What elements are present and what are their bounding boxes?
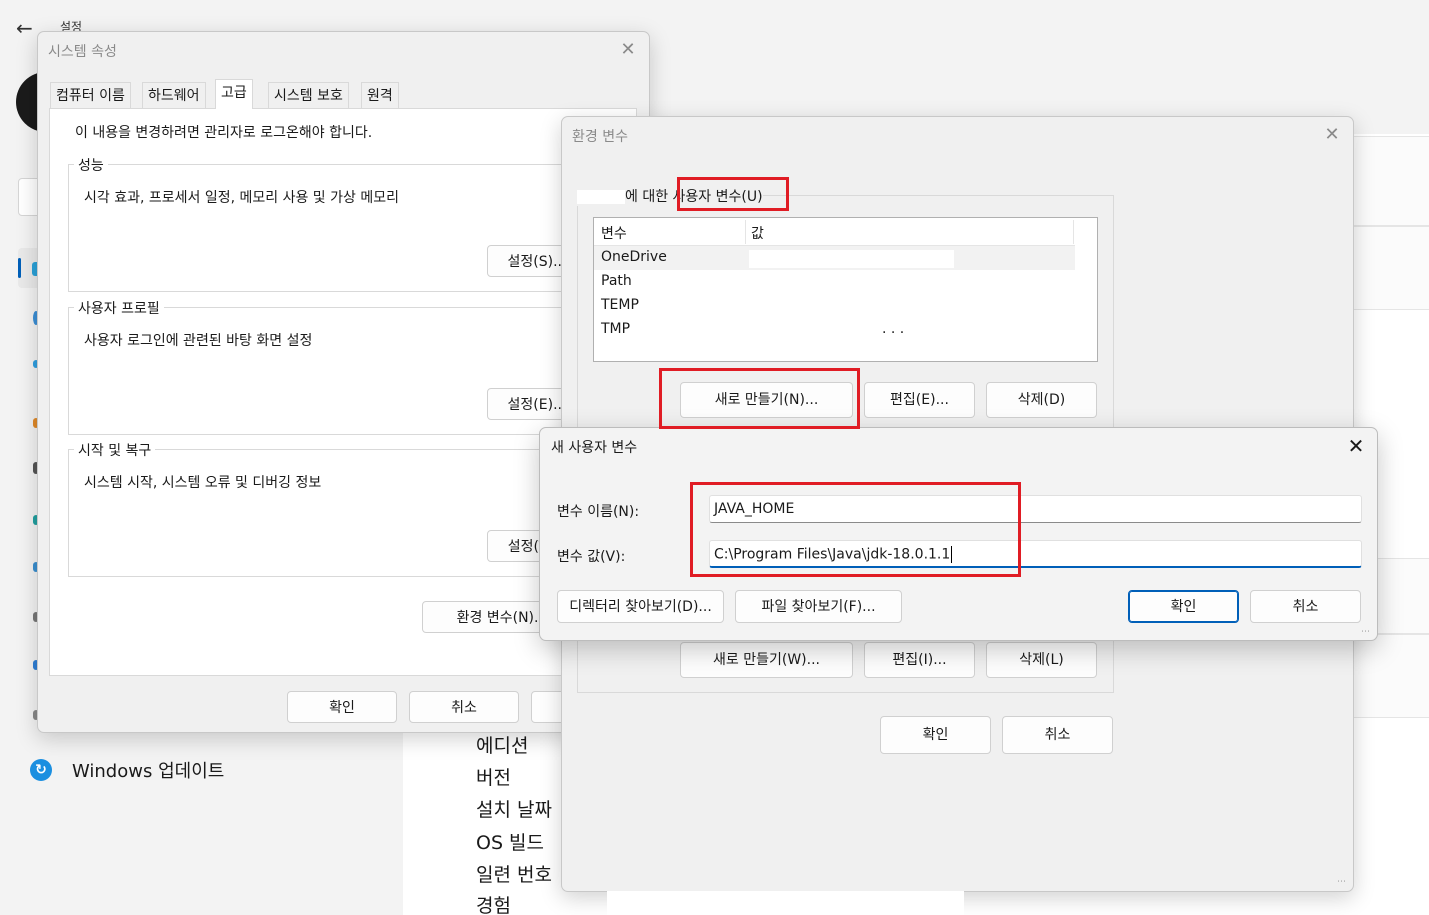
column-separator [1073, 220, 1074, 244]
list-item[interactable]: TMP . . . [594, 318, 1075, 342]
windows-update-icon: ↻ [30, 759, 52, 781]
dialog-titlebar[interactable]: 환경 변수 ✕ [562, 117, 1353, 153]
performance-description: 시각 효과, 프로세서 일정, 메모리 사용 및 가상 메모리 [84, 190, 399, 206]
list-header: 변수 값 [594, 218, 1075, 246]
cancel-button[interactable]: 취소 [409, 691, 519, 723]
close-icon[interactable]: ✕ [1341, 432, 1371, 460]
close-icon[interactable]: ✕ [1317, 121, 1347, 149]
user-profiles-description: 사용자 로그인에 관련된 바탕 화면 설정 [84, 333, 313, 349]
spec-label-version: 버전 [476, 767, 511, 789]
startup-recovery-description: 시스템 시작, 시스템 오류 및 디버깅 정보 [84, 475, 322, 491]
spec-label-serial: 일련 번호 [476, 864, 552, 886]
resize-grip-icon[interactable]: ⋯ [1337, 877, 1347, 887]
redacted-area [607, 891, 964, 915]
sidebar-item-label: Windows 업데이트 [72, 761, 225, 782]
variable-name: TMP [601, 321, 631, 337]
system-delete-button[interactable]: 삭제(L) [986, 642, 1097, 678]
dialog-title: 환경 변수 [572, 129, 628, 145]
close-icon[interactable]: ✕ [613, 36, 643, 64]
user-section-prefix: 에 대한 [625, 189, 669, 205]
settings-card [1350, 634, 1429, 718]
dialog-titlebar[interactable]: 시스템 속성 ✕ [38, 32, 649, 68]
cancel-button[interactable]: 취소 [1002, 716, 1113, 754]
resize-grip-icon[interactable]: ⋯ [1361, 627, 1371, 637]
variable-name: OneDrive [601, 249, 667, 265]
variable-name: TEMP [601, 297, 639, 313]
column-header-variable[interactable]: 변수 [601, 223, 627, 243]
tab-system-protection[interactable]: 시스템 보호 [268, 82, 349, 108]
settings-card [1350, 136, 1429, 226]
new-user-variable-dialog: 새 사용자 변수 ✕ 변수 이름(N): JAVA_HOME 변수 값(V): … [539, 427, 1378, 641]
dialog-titlebar[interactable]: 새 사용자 변수 ✕ [540, 428, 1377, 464]
sidebar-item-windows-update[interactable]: ↻ Windows 업데이트 [30, 756, 224, 784]
spec-label-install-date: 설치 날짜 [476, 799, 552, 821]
tab-computer-name[interactable]: 컴퓨터 이름 [50, 82, 131, 108]
redacted-value [749, 250, 954, 268]
user-variables-title: 에 대한 사용자 변수(U) [577, 186, 763, 206]
system-edit-button[interactable]: 편집(I)... [864, 642, 975, 678]
browse-file-button[interactable]: 파일 찾아보기(F)... [735, 590, 902, 623]
variable-name-label: 변수 이름(N): [557, 504, 640, 520]
browse-directory-button[interactable]: 디렉터리 찾아보기(D)... [557, 590, 724, 623]
tab-remote[interactable]: 원격 [361, 82, 399, 108]
performance-title: 성능 [74, 155, 108, 175]
list-item[interactable]: OneDrive [594, 246, 1075, 270]
variable-value: . . . [882, 321, 905, 337]
ok-button[interactable]: 확인 [1128, 590, 1239, 623]
spec-label-os-build: OS 빌드 [476, 832, 545, 854]
list-item[interactable]: Path [594, 270, 1075, 294]
startup-recovery-title: 시작 및 복구 [74, 440, 156, 460]
dialog-title: 새 사용자 변수 [551, 440, 638, 456]
tab-advanced[interactable]: 고급 [215, 79, 253, 109]
ok-button[interactable]: 확인 [287, 691, 397, 723]
selected-indicator [18, 258, 21, 278]
variable-name-input[interactable]: JAVA_HOME [709, 495, 1362, 523]
redacted-username [577, 190, 625, 204]
user-profiles-title: 사용자 프로필 [74, 298, 164, 318]
user-variables-list[interactable]: 변수 값 OneDrive Path TEMP TMP . . . [593, 217, 1098, 362]
column-header-value[interactable]: 값 [751, 223, 764, 243]
cancel-button[interactable]: 취소 [1250, 590, 1361, 623]
user-edit-button[interactable]: 편집(E)... [864, 382, 975, 418]
variable-value-text: C:\Program Files\Java\jdk-18.0.1.1 [714, 546, 951, 563]
user-section-label: 사용자 변수(U) [672, 189, 763, 205]
spec-label-edition: 에디션 [476, 735, 529, 757]
variable-value-input[interactable]: C:\Program Files\Java\jdk-18.0.1.1 [709, 540, 1362, 568]
settings-card [1350, 226, 1429, 310]
user-new-button[interactable]: 새로 만들기(N)... [680, 382, 853, 418]
admin-note: 이 내용을 변경하려면 관리자로 로그온해야 합니다. [75, 125, 373, 141]
spec-label-experience: 경험 [476, 895, 511, 915]
dialog-title: 시스템 속성 [48, 44, 117, 60]
column-separator [745, 220, 746, 244]
variable-value-label: 변수 값(V): [557, 549, 626, 565]
list-item[interactable]: TEMP [594, 294, 1075, 318]
tab-hardware[interactable]: 하드웨어 [142, 82, 206, 108]
system-new-button[interactable]: 새로 만들기(W)... [680, 642, 853, 678]
variable-name: Path [601, 273, 632, 289]
user-delete-button[interactable]: 삭제(D) [986, 382, 1097, 418]
text-caret [951, 546, 953, 563]
ok-button[interactable]: 확인 [880, 716, 991, 754]
